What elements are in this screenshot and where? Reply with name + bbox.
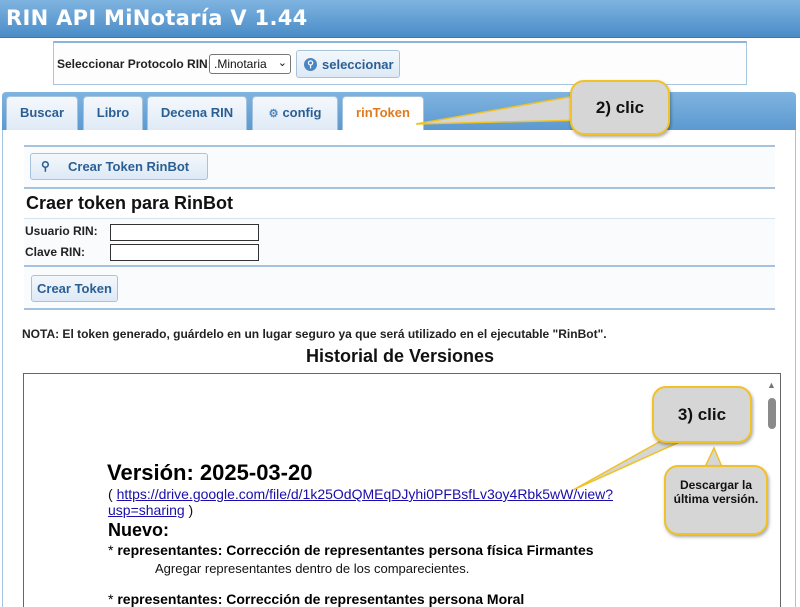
scrollbar-thumb[interactable] bbox=[768, 398, 776, 429]
token-form-heading: Craer token para RinBot bbox=[26, 193, 234, 213]
app-title-bar: RIN API MiNotaría V 1.44 bbox=[0, 0, 800, 38]
tab-config[interactable]: ⚙ config bbox=[252, 96, 338, 130]
protocol-select[interactable]: .Minotaria ⌄ bbox=[209, 54, 291, 74]
callout-download-hint: Descargar la última versión. bbox=[664, 465, 768, 535]
link-open-paren: ( bbox=[108, 486, 117, 502]
select-protocol-button[interactable]: ⚲ seleccionar bbox=[296, 50, 400, 78]
password-label: Clave RIN: bbox=[25, 245, 86, 259]
callout-step-3: 3) clic bbox=[652, 386, 752, 443]
tab-config-label: config bbox=[282, 105, 322, 120]
user-label: Usuario RIN: bbox=[25, 224, 98, 238]
protocol-label: Seleccionar Protocolo RIN: bbox=[57, 57, 212, 71]
create-rinbot-token-button[interactable]: ⚲ Crear Token RinBot bbox=[30, 153, 208, 180]
search-icon: ⚲ bbox=[41, 159, 50, 173]
app-title: RIN API MiNotaría V 1.44 bbox=[6, 6, 308, 30]
token-note: NOTA: El token generado, guárdelo en un … bbox=[22, 327, 607, 341]
changelog-item: * representantes: Corrección de represen… bbox=[108, 591, 524, 607]
create-token-button[interactable]: Crear Token bbox=[31, 275, 118, 302]
create-bot-token-bar: ⚲ Crear Token RinBot bbox=[24, 145, 775, 189]
changelog-item-description: Agregar representantes dentro de los com… bbox=[155, 561, 470, 576]
download-link-line: ( https://drive.google.com/file/d/1k25Od… bbox=[108, 486, 648, 518]
protocol-select-value: .Minotaria bbox=[214, 57, 267, 71]
tab-buscar[interactable]: Buscar bbox=[6, 96, 78, 130]
gear-icon: ⚙ bbox=[268, 108, 279, 120]
bullet-marker: * bbox=[108, 591, 118, 607]
token-form: Usuario RIN: Clave RIN: Crear Token bbox=[24, 218, 775, 310]
scroll-up-arrow-icon[interactable]: ▲ bbox=[767, 380, 776, 390]
tab-rintoken[interactable]: rinToken bbox=[342, 96, 424, 131]
tab-libro[interactable]: Libro bbox=[83, 96, 143, 130]
bullet-marker: * bbox=[108, 542, 118, 558]
callout-step-2: 2) clic bbox=[570, 80, 670, 135]
create-token-button-label: Crear Token bbox=[37, 281, 112, 296]
protocol-selector-bar: Seleccionar Protocolo RIN: .Minotaria ⌄ … bbox=[53, 41, 747, 85]
tab-decena-rin[interactable]: Decena RIN bbox=[147, 96, 247, 130]
form-divider bbox=[24, 265, 775, 267]
changelog-item: * representantes: Corrección de represen… bbox=[108, 542, 594, 558]
tab-decena-rin-label: Decena RIN bbox=[160, 105, 234, 120]
changelog-item-title: representantes: Corrección de representa… bbox=[117, 542, 594, 558]
tab-libro-label: Libro bbox=[96, 105, 130, 120]
password-input[interactable] bbox=[110, 244, 259, 261]
tab-buscar-label: Buscar bbox=[19, 105, 65, 120]
user-input[interactable] bbox=[110, 224, 259, 241]
version-history-title: Historial de Versiones bbox=[305, 346, 495, 366]
chevron-down-icon: ⌄ bbox=[277, 57, 287, 69]
create-rinbot-token-label: Crear Token RinBot bbox=[68, 159, 190, 174]
version-heading: Versión: 2025-03-20 bbox=[107, 460, 313, 485]
changelog-item-title: representantes: Corrección de representa… bbox=[117, 591, 525, 607]
search-icon: ⚲ bbox=[304, 58, 317, 71]
link-close-paren: ) bbox=[184, 502, 194, 518]
select-protocol-button-label: seleccionar bbox=[322, 57, 394, 72]
new-heading: Nuevo: bbox=[108, 520, 170, 540]
tab-bar: Buscar Libro Decena RIN ⚙ config rinToken bbox=[2, 92, 796, 131]
tab-rintoken-label: rinToken bbox=[356, 105, 410, 120]
